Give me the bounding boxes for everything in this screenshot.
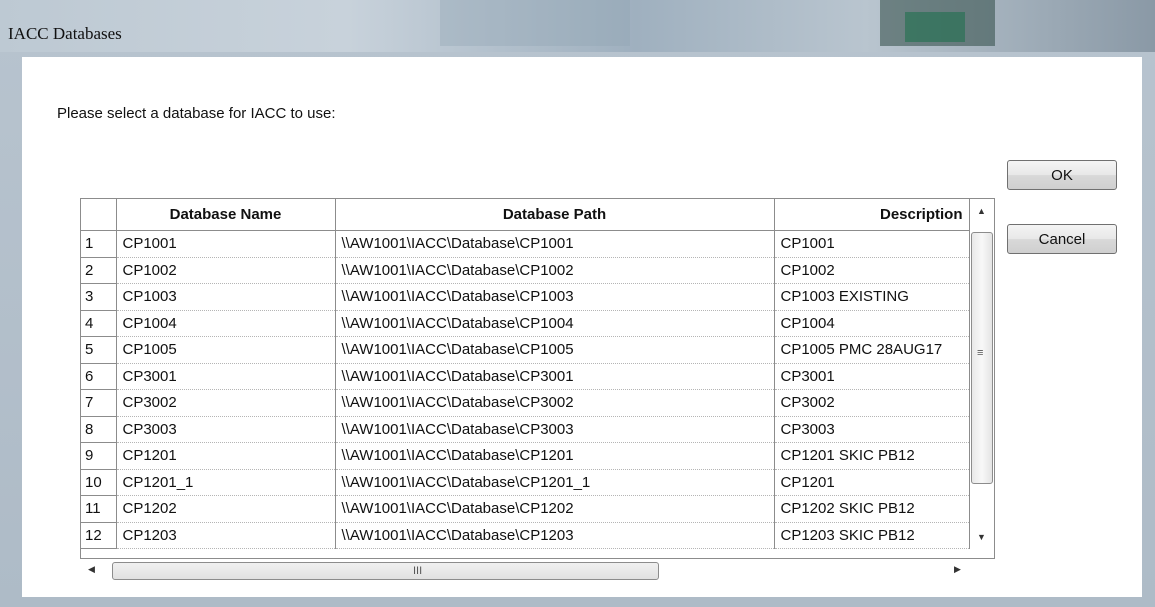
table-row[interactable]: 7 CP3002 \\AW1001\IACC\Database\CP3002 CP30… — [81, 389, 970, 417]
scroll-left-icon[interactable]: ◀ — [88, 564, 95, 575]
table-row[interactable]: 2 CP1002 \\AW1001\IACC\Database\CP1002 CP10… — [81, 257, 970, 284]
window-title: IACC Databases — [8, 24, 122, 43]
table-row[interactable]: 4 CP1004 \\AW1001\IACC\Database\CP1004 CP10… — [81, 310, 970, 337]
row-number-cell: 12 — [81, 522, 117, 549]
table-row[interactable]: 11 CP1202 \\AW1001\IACC\Database\CP1202 CP1… — [81, 495, 970, 523]
description-cell: CP1203 SKIC PB12 — [774, 522, 970, 549]
database-path-cell: \\AW1001\IACC\Database\CP3003 — [335, 416, 775, 443]
row-number-cell: 9 — [81, 442, 117, 470]
vertical-scrollbar[interactable]: ▲ ≡ ▼ — [968, 202, 994, 554]
dialog-body: Please select a database for IACC to use… — [22, 57, 1142, 597]
scroll-down-icon[interactable]: ▼ — [977, 532, 986, 542]
table-row[interactable]: 10 CP1201_1 \\AW1001\IACC\Database\CP1201_… — [81, 469, 970, 496]
database-path-cell: \\AW1001\IACC\Database\CP1005 — [335, 336, 775, 364]
database-table: Database Name Database Path Description … — [81, 199, 970, 549]
database-path-cell: \\AW1001\IACC\Database\CP1201 — [335, 442, 775, 470]
database-name-cell: CP1003 — [116, 283, 336, 311]
database-path-cell: \\AW1001\IACC\Database\CP1004 — [335, 310, 775, 337]
row-number-cell: 3 — [81, 283, 117, 311]
description-cell: CP3001 — [774, 363, 970, 390]
row-number-cell: 1 — [81, 230, 117, 258]
row-number-cell: 4 — [81, 310, 117, 337]
column-header-index[interactable] — [81, 199, 117, 231]
grip-icon: ≡ — [977, 347, 984, 359]
row-number-cell: 10 — [81, 469, 117, 496]
database-name-cell: CP1005 — [116, 336, 336, 364]
row-number-cell: 5 — [81, 336, 117, 364]
database-path-cell: \\AW1001\IACC\Database\CP1202 — [335, 495, 775, 523]
table-row[interactable]: 8 CP3003 \\AW1001\IACC\Database\CP3003 CP30… — [81, 416, 970, 443]
title-bar[interactable]: IACC Databases — [0, 0, 1155, 52]
database-path-cell: \\AW1001\IACC\Database\CP1002 — [335, 257, 775, 284]
table-row[interactable]: 9 CP1201 \\AW1001\IACC\Database\CP1201 CP12… — [81, 442, 970, 470]
description-cell: CP1004 — [774, 310, 970, 337]
background-blur — [440, 0, 630, 46]
table-row[interactable]: 12 CP1203 \\AW1001\IACC\Database\CP1203 CP1… — [81, 522, 970, 549]
database-name-cell: CP1201 — [116, 442, 336, 470]
background-blur — [905, 12, 965, 42]
database-name-cell: CP1202 — [116, 495, 336, 523]
description-cell: CP1005 PMC 28AUG17 — [774, 336, 970, 364]
cancel-button[interactable]: Cancel — [1007, 224, 1117, 254]
column-header-path[interactable]: Database Path — [335, 199, 775, 231]
table-row[interactable]: 1 CP1001 \\AW1001\IACC\Database\CP1001 CP10… — [81, 230, 970, 258]
database-name-cell: CP1201_1 — [116, 469, 336, 496]
scroll-right-icon[interactable]: ▶ — [954, 564, 961, 575]
database-name-cell: CP3003 — [116, 416, 336, 443]
grip-icon: III — [413, 565, 423, 577]
description-cell: CP1201 — [774, 469, 970, 496]
description-cell: CP1002 — [774, 257, 970, 284]
scroll-up-icon[interactable]: ▲ — [977, 206, 986, 216]
description-cell: CP1001 — [774, 230, 970, 258]
table-row[interactable]: 3 CP1003 \\AW1001\IACC\Database\CP1003 CP10… — [81, 283, 970, 311]
column-header-description[interactable]: Description — [774, 199, 970, 231]
description-cell: CP3003 — [774, 416, 970, 443]
description-cell: CP1202 SKIC PB12 — [774, 495, 970, 523]
database-name-cell: CP1203 — [116, 522, 336, 549]
description-cell: CP1201 SKIC PB12 — [774, 442, 970, 470]
database-path-cell: \\AW1001\IACC\Database\CP3001 — [335, 363, 775, 390]
database-path-cell: \\AW1001\IACC\Database\CP3002 — [335, 389, 775, 417]
description-cell: CP3002 — [774, 389, 970, 417]
database-name-cell: CP3002 — [116, 389, 336, 417]
row-number-cell: 2 — [81, 257, 117, 284]
database-name-cell: CP1002 — [116, 257, 336, 284]
database-path-cell: \\AW1001\IACC\Database\CP1001 — [335, 230, 775, 258]
database-path-cell: \\AW1001\IACC\Database\CP1003 — [335, 283, 775, 311]
database-path-cell: \\AW1001\IACC\Database\CP1203 — [335, 522, 775, 549]
column-header-name[interactable]: Database Name — [116, 199, 336, 231]
row-number-cell: 8 — [81, 416, 117, 443]
description-cell: CP1003 EXISTING — [774, 283, 970, 311]
table-row[interactable]: 5 CP1005 \\AW1001\IACC\Database\CP1005 CP10… — [81, 336, 970, 364]
horizontal-scrollbar[interactable]: ◀ III ▶ — [80, 559, 970, 585]
database-name-cell: CP1004 — [116, 310, 336, 337]
database-name-cell: CP1001 — [116, 230, 336, 258]
prompt-label: Please select a database for IACC to use… — [57, 105, 336, 122]
table-row[interactable]: 6 CP3001 \\AW1001\IACC\Database\CP3001 CP30… — [81, 363, 970, 390]
row-number-cell: 7 — [81, 389, 117, 417]
dialog-window: IACC Databases Please select a database … — [0, 0, 1155, 607]
row-number-cell: 11 — [81, 495, 117, 523]
ok-button[interactable]: OK — [1007, 160, 1117, 190]
table-header-row: Database Name Database Path Description — [81, 199, 970, 231]
database-path-cell: \\AW1001\IACC\Database\CP1201_1 — [335, 469, 775, 496]
horizontal-scroll-thumb[interactable]: III — [112, 562, 659, 580]
database-name-cell: CP3001 — [116, 363, 336, 390]
row-number-cell: 6 — [81, 363, 117, 390]
database-grid[interactable]: Database Name Database Path Description … — [80, 198, 995, 559]
